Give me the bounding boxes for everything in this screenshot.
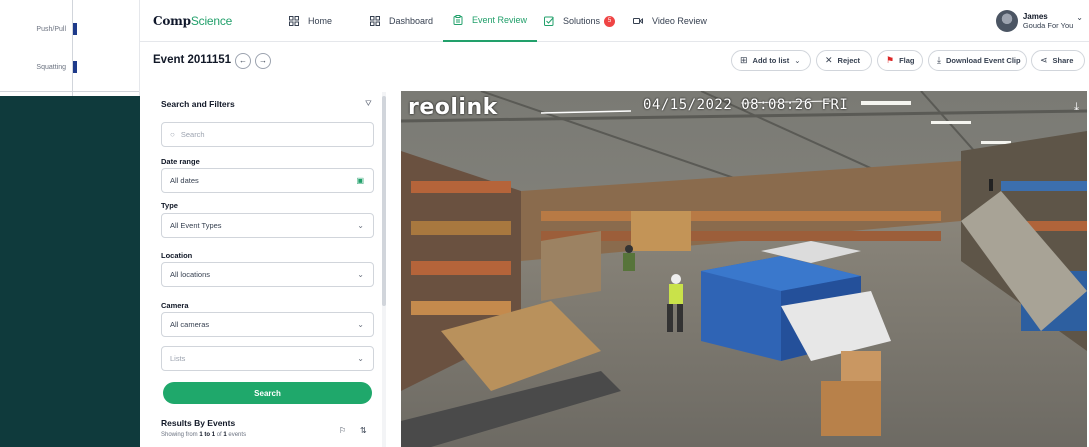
user-name: James	[1022, 12, 1048, 21]
nav-item-dashboard[interactable]: Dashboard	[370, 0, 433, 42]
nav-item-label: Event Review	[472, 15, 528, 25]
camera-value: All cameras	[170, 320, 210, 329]
type-label: Type	[161, 201, 178, 210]
chevron-down-icon: ⌄	[357, 221, 364, 230]
share-icon: ⋖	[1040, 55, 1048, 65]
event-video-player[interactable]: reolink 04/15/2022 08:08:26 FRI ⤓	[401, 91, 1087, 447]
chevron-down-icon: ⌄	[357, 354, 364, 363]
download-label: Download Event Clip	[945, 56, 1021, 65]
background-bar-label: Squatting	[36, 64, 66, 71]
download-event-clip-button[interactable]: ⤓ Download Event Clip	[928, 50, 1027, 71]
results-range: 1 to 1	[199, 432, 216, 438]
nav-item-label: Home	[308, 16, 333, 26]
divider	[0, 91, 139, 92]
nav-item-label: Dashboard	[389, 16, 434, 26]
results-prefix: Showing from	[161, 432, 200, 438]
filters-title: Search and Filters	[161, 99, 235, 109]
app-logo[interactable]: CompScience	[153, 14, 232, 28]
nav-item-home[interactable]: Home	[289, 0, 332, 42]
flag-button[interactable]: ⚑ Flag	[877, 50, 923, 71]
arrow-left-icon: ←	[239, 56, 247, 65]
type-select[interactable]: All Event Types ⌄	[161, 213, 374, 238]
logo-accent-text: Science	[190, 14, 233, 28]
download-icon[interactable]: ⤓	[1074, 101, 1079, 114]
chevron-down-icon: ⌄	[794, 56, 801, 65]
type-value: All Event Types	[170, 221, 222, 230]
location-select[interactable]: All locations ⌄	[161, 262, 374, 287]
solutions-count-badge: 5	[604, 15, 616, 27]
location-label: Location	[161, 251, 193, 260]
background-bar-row: Push/Pull	[0, 20, 140, 40]
flag-icon: ⚑	[886, 55, 895, 65]
background-bar	[73, 23, 77, 35]
results-suffix: events	[226, 432, 247, 438]
sort-icon[interactable]: ⇅	[360, 426, 367, 435]
previous-event-button[interactable]: ←	[235, 53, 251, 69]
lists-placeholder: Lists	[170, 354, 186, 363]
calendar-icon: ▣	[356, 176, 364, 185]
page-title: Event 2011151	[153, 54, 232, 66]
nav-item-video-review[interactable]: Video Review	[633, 0, 707, 42]
check-square-icon	[544, 16, 554, 26]
user-org: Gouda For You	[1022, 21, 1074, 30]
flag-label: Flag	[899, 56, 915, 65]
search-and-filters-panel: Search and Filters ⛛ ○ Search Date range…	[151, 92, 389, 447]
nav-item-label: Video Review	[652, 16, 707, 26]
reject-label: Reject	[837, 56, 861, 65]
background-bar-label: Push/Pull	[36, 26, 66, 33]
camera-brand-watermark: reolink	[408, 95, 498, 120]
home-icon	[289, 16, 299, 26]
add-to-list-button[interactable]: ⊞ Add to list ⌄	[731, 50, 811, 71]
flag-icon[interactable]: ⚐	[339, 426, 346, 435]
logo-main-text: Comp	[153, 14, 191, 28]
date-range-picker[interactable]: All dates ▣	[161, 168, 374, 193]
nav-item-solutions[interactable]: Solutions 5	[544, 0, 616, 42]
location-value: All locations	[170, 270, 211, 279]
filter-icon[interactable]: ⛛	[365, 99, 372, 109]
chevron-down-icon: ⌄	[357, 320, 364, 329]
camera-select[interactable]: All cameras ⌄	[161, 312, 374, 337]
background-bar-row: Squatting	[0, 58, 140, 78]
search-icon: ○	[170, 130, 175, 139]
add-to-list-label: Add to list	[752, 56, 790, 65]
share-label: Share	[1052, 56, 1074, 65]
nav-item-event-review[interactable]: Event Review	[443, 0, 537, 42]
reject-button[interactable]: ✕ Reject	[816, 50, 872, 71]
results-title: Results By Events	[161, 418, 236, 428]
results-summary: Showing from 1 to 1 of 1 events	[161, 432, 246, 438]
search-button-label: Search	[254, 388, 281, 398]
date-range-value: All dates	[170, 176, 199, 185]
download-icon: ⤓	[937, 55, 941, 65]
chart-axis	[72, 0, 73, 96]
grid-icon	[370, 16, 380, 26]
search-button[interactable]: Search	[163, 382, 372, 404]
nav-item-label: Solutions	[563, 16, 601, 26]
search-input[interactable]: ○ Search	[161, 122, 374, 147]
background-bar	[73, 61, 77, 73]
search-placeholder: Search	[180, 130, 205, 139]
lists-select[interactable]: Lists ⌄	[161, 346, 374, 371]
video-icon	[633, 17, 643, 25]
background-app-panel: Push/Pull Squatting	[0, 0, 140, 96]
event-review-window: CompScience Home Dashboard Event Review …	[140, 0, 1089, 447]
close-icon: ✕	[825, 55, 833, 65]
warehouse-video-frame	[401, 91, 1087, 447]
user-menu[interactable]: James Gouda For You ⌄	[995, 10, 1083, 32]
user-info: James Gouda For You	[1023, 12, 1073, 30]
chevron-down-icon: ⌄	[357, 270, 364, 279]
event-header: Event 2011151 ← → ⊞ Add to list ⌄ ✕ Reje…	[140, 42, 1089, 90]
chevron-down-icon: ⌄	[1076, 12, 1083, 22]
scrollbar-thumb[interactable]	[382, 96, 386, 306]
next-event-button[interactable]: →	[255, 53, 271, 69]
avatar	[995, 10, 1018, 32]
clipboard-icon	[453, 15, 463, 25]
date-range-label: Date range	[161, 157, 200, 166]
top-navigation: CompScience Home Dashboard Event Review …	[140, 0, 1089, 42]
video-timestamp: 04/15/2022 08:08:26 FRI	[643, 97, 849, 113]
camera-label: Camera	[161, 301, 189, 310]
arrow-right-icon: →	[259, 56, 267, 65]
share-button[interactable]: ⋖ Share	[1031, 50, 1085, 71]
folder-plus-icon: ⊞	[740, 55, 748, 65]
